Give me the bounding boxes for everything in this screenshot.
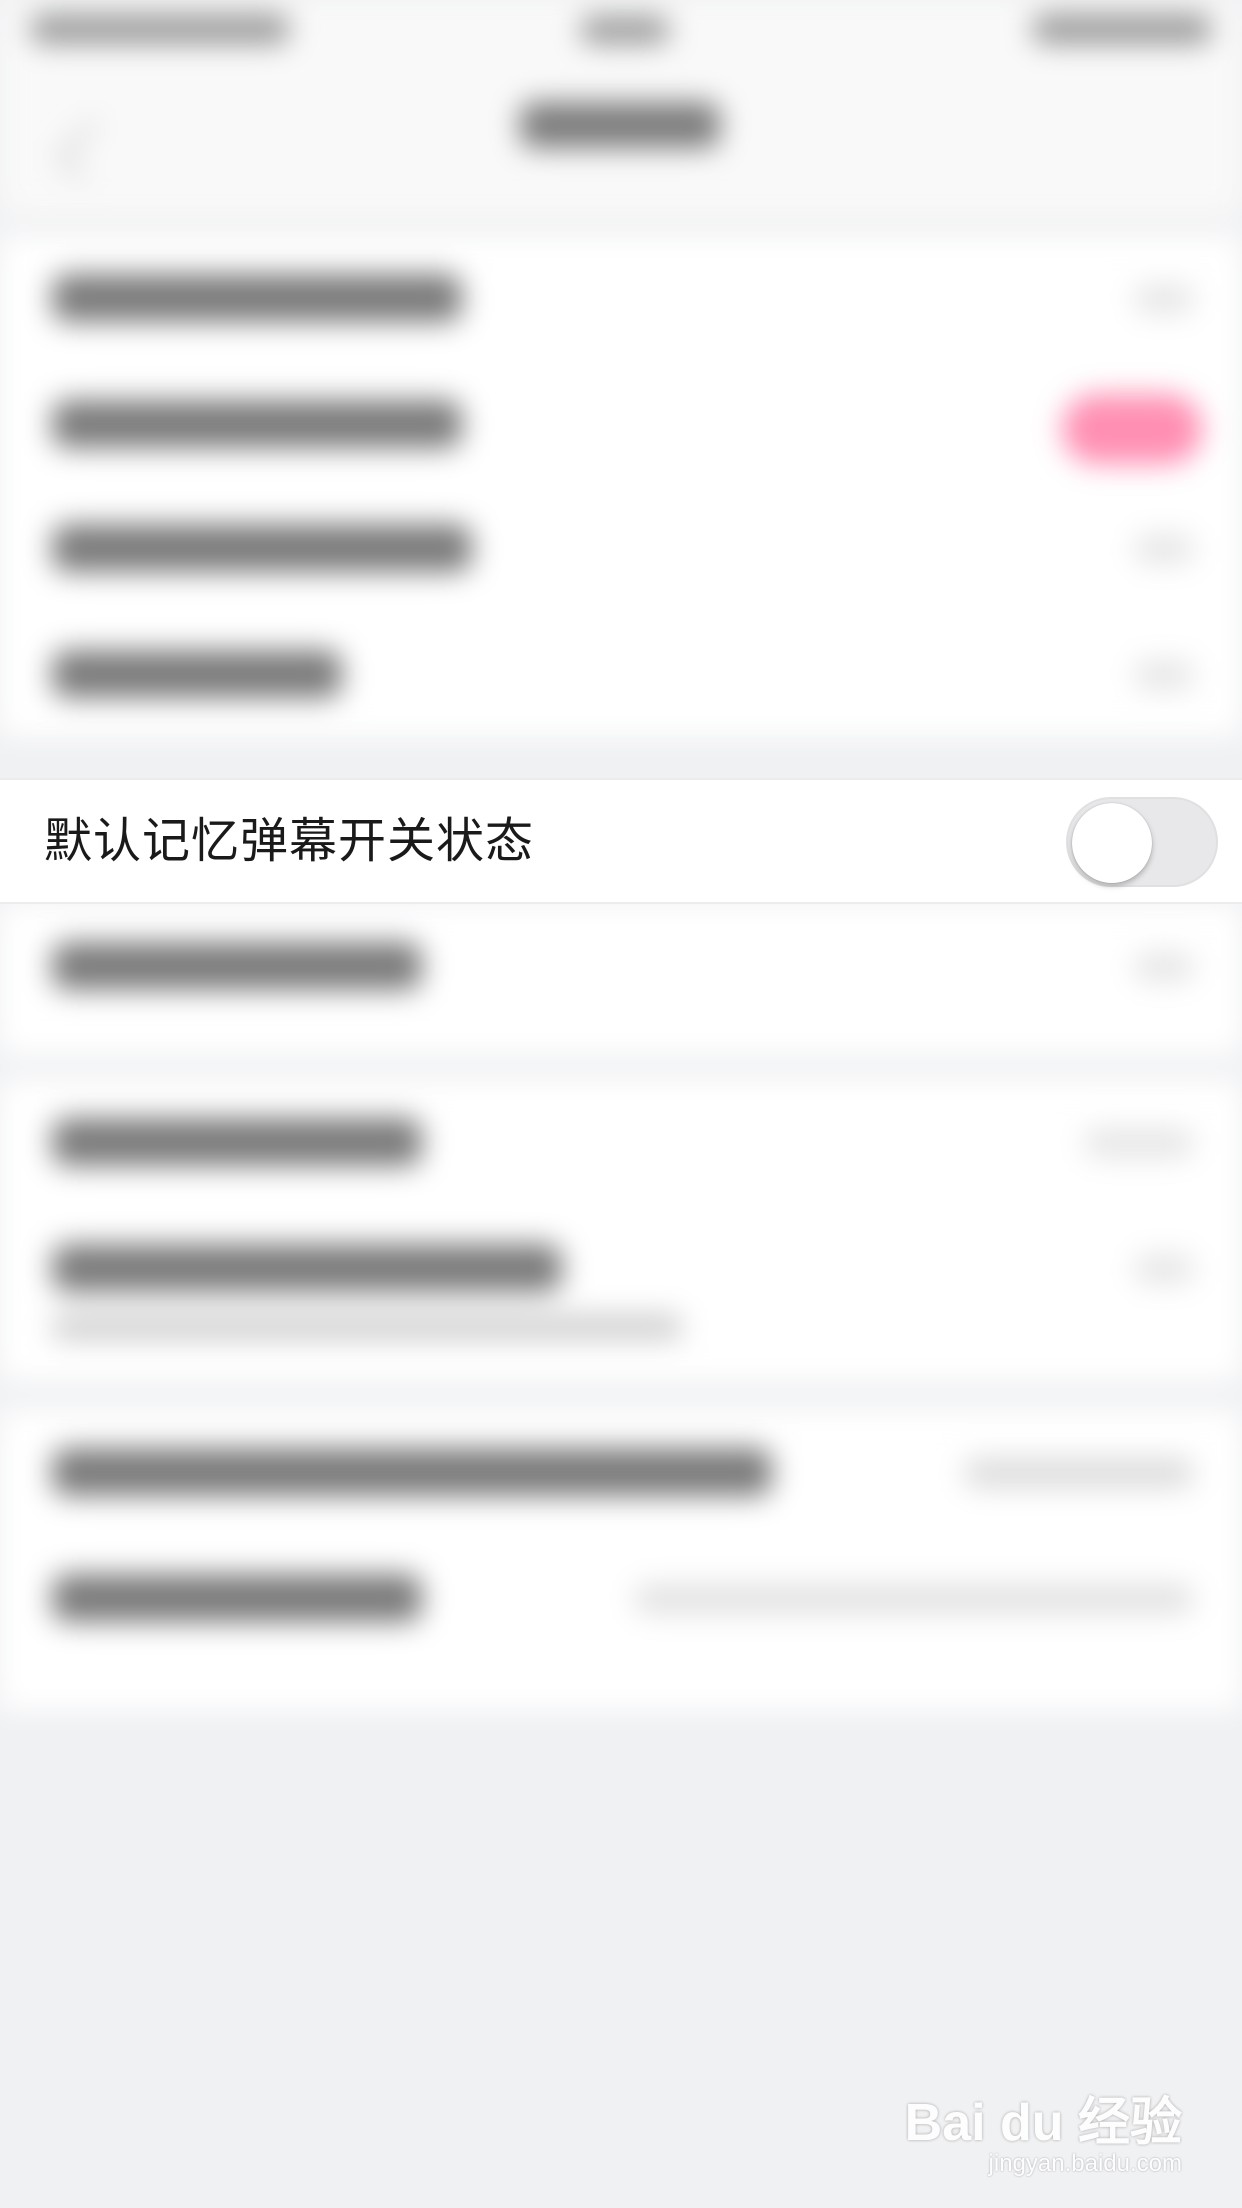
back-chevron-icon [56,119,118,181]
remember-danmaku-toggle[interactable] [1066,797,1218,887]
settings-group-4 [0,1410,1242,1710]
setting-row-remember-danmaku-switch[interactable]: 默认记忆弹幕开关状态 [0,778,1242,904]
nav-bar [0,64,1242,214]
settings-group-2 [0,904,1242,1054]
settings-group-1 [0,236,1242,736]
settings-group-3 [0,1080,1242,1380]
settings-screen: 默认记忆弹幕开关状态 Bai du 经验 jingyan.baidu.com [0,0,1242,2208]
watermark-logo: Bai du 经验 [904,2094,1182,2152]
baidu-jingyan-watermark: Bai du 经验 jingyan.baidu.com [905,2080,1182,2180]
setting-label: 默认记忆弹幕开关状态 [44,813,535,869]
toggle-knob [1072,803,1152,883]
blurred-background [0,0,1242,2208]
watermark-url: jingyan.baidu.com [988,2150,1182,2177]
status-bar [0,0,1242,64]
